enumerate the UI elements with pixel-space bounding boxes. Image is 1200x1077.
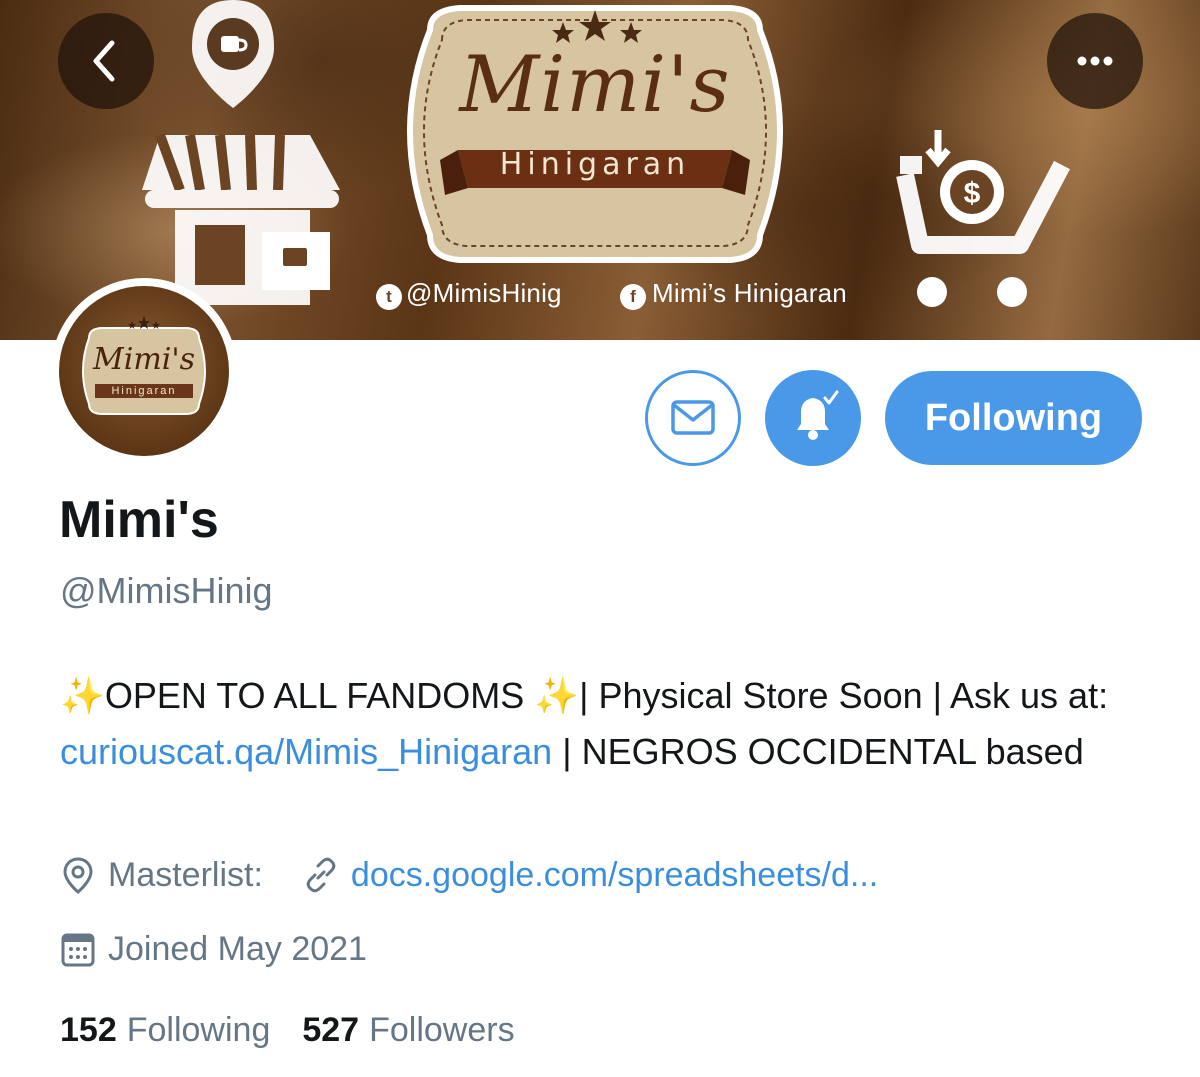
display-name: Mimi's bbox=[59, 491, 219, 549]
more-options-button[interactable] bbox=[1047, 13, 1143, 109]
more-horizontal-icon bbox=[1077, 56, 1113, 66]
location-text: Masterlist: bbox=[108, 855, 263, 894]
profile-bio: ✨OPEN TO ALL FANDOMS ✨| Physical Store S… bbox=[60, 668, 1140, 780]
facebook-icon: f bbox=[620, 284, 646, 310]
storefront-icon bbox=[142, 133, 340, 305]
link-icon bbox=[306, 857, 336, 893]
avatar-logo-title: Mimi's bbox=[93, 342, 195, 377]
location-pin-icon bbox=[63, 857, 93, 894]
notifications-button[interactable] bbox=[765, 370, 861, 466]
followers-count-link[interactable]: 527 Followers bbox=[302, 1011, 514, 1050]
following-count: 152 bbox=[60, 1011, 117, 1049]
user-handle: @MimisHinig bbox=[60, 570, 273, 611]
location-pin-cup-icon bbox=[192, 0, 274, 108]
sparkle-emoji: ✨ bbox=[534, 675, 580, 716]
sparkle-emoji: ✨ bbox=[60, 675, 105, 716]
chevron-left-icon bbox=[93, 40, 115, 82]
following-label: Following bbox=[126, 1011, 271, 1049]
banner-twitter-handle: @MimisHinig bbox=[406, 278, 562, 308]
avatar-logo-subtitle: Hinigaran bbox=[95, 384, 193, 398]
banner-facebook-name: Mimi’s Hinigaran bbox=[652, 278, 847, 308]
website-link[interactable]: docs.google.com/spreadsheets/d... bbox=[351, 856, 878, 895]
followers-count: 527 bbox=[302, 1011, 360, 1049]
profile-meta-row: Masterlist: docs.google.com/spreadsheets… bbox=[60, 853, 878, 897]
followers-label: Followers bbox=[369, 1011, 515, 1049]
calendar-icon bbox=[61, 933, 95, 967]
avatar[interactable]: Mimi's Hinigaran bbox=[51, 278, 237, 464]
envelope-icon bbox=[671, 400, 715, 435]
following-count-link[interactable]: 152 Following bbox=[60, 1011, 270, 1050]
profile-meta-row: Joined May 2021 bbox=[60, 927, 367, 971]
avatar-image: Mimi's Hinigaran bbox=[59, 286, 229, 456]
banner-logo-subtitle: Hinigaran bbox=[499, 147, 691, 182]
bio-text-3: | NEGROS OCCIDENTAL based bbox=[552, 731, 1084, 772]
bio-link[interactable]: curiouscat.qa/Mimis_Hinigaran bbox=[60, 731, 552, 772]
svg-text:$: $ bbox=[964, 177, 981, 210]
bio-text-1: OPEN TO ALL FANDOMS bbox=[104, 675, 535, 716]
twitter-icon: t bbox=[376, 284, 402, 310]
back-button[interactable] bbox=[58, 13, 154, 109]
bell-check-icon bbox=[797, 390, 839, 440]
shopping-cart-dollar-icon: $ bbox=[896, 130, 1070, 307]
joined-date: Joined May 2021 bbox=[108, 929, 367, 968]
follow-counts: 152 Following 527 Followers bbox=[60, 1011, 547, 1050]
bio-text-2: | Physical Store Soon | Ask us at: bbox=[579, 675, 1109, 716]
message-button[interactable] bbox=[645, 370, 741, 466]
banner-logo-title: Mimi's bbox=[459, 40, 731, 130]
following-button[interactable]: Following bbox=[885, 371, 1142, 465]
